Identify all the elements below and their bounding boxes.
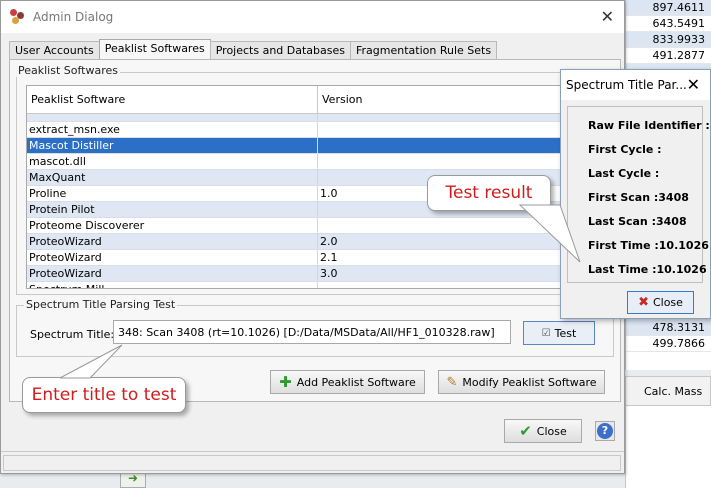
table-row[interactable]	[27, 114, 610, 122]
software-name-cell	[27, 114, 318, 121]
background-value-cell: 643.5491	[626, 16, 711, 32]
software-name-cell: extract_msn.exe	[27, 122, 318, 137]
close-button-label: Close	[536, 424, 567, 438]
popup-title-bar: Spectrum Title Par... ✕	[561, 70, 710, 100]
calc-mass-column-header[interactable]: Calc. Mass	[625, 376, 711, 406]
column-header-software[interactable]: Peaklist Software	[27, 86, 318, 113]
background-lower-panel	[625, 406, 711, 488]
test-icon: ☑	[541, 327, 551, 339]
modify-button-label: Modify Peaklist Software	[462, 375, 597, 389]
dialog-title-bar: Admin Dialog ✕	[1, 1, 624, 33]
first-scan: First Scan :3408	[588, 191, 689, 204]
tab-fragmentation-rule-sets[interactable]: Fragmentation Rule Sets	[350, 41, 498, 60]
tab-bar: User Accounts Peaklist Softwares Project…	[9, 39, 498, 60]
close-icon[interactable]: ✕	[687, 70, 700, 100]
edit-icon: ✎	[446, 374, 458, 390]
table-row[interactable]: extract_msn.exe	[27, 122, 610, 138]
popup-close-button[interactable]: ✖ Close	[627, 291, 694, 314]
software-name-cell: Protein Pilot	[27, 202, 318, 217]
table-row[interactable]: ProteoWizard 2.1	[27, 250, 610, 266]
first-time: First Time :10.1026	[588, 239, 709, 252]
tab-panel: Peaklist Softwares Peaklist Software Ver…	[9, 59, 621, 402]
background-value-cell: 491.2877	[626, 48, 711, 64]
check-icon: ✔	[519, 422, 532, 440]
add-peaklist-software-button[interactable]: ✚ Add Peaklist Software	[270, 370, 425, 394]
tab-projects-databases[interactable]: Projects and Databases	[209, 41, 351, 60]
spectrum-title-parsing-popup: Spectrum Title Par... ✕ Raw File Identif…	[560, 69, 711, 319]
software-name-cell: Proline	[27, 186, 318, 201]
close-x-icon: ✖	[638, 295, 649, 310]
background-value-cell: 499.7866	[626, 336, 711, 352]
first-cycle: First Cycle :	[588, 143, 662, 156]
enter-title-callout: Enter title to test	[22, 377, 186, 413]
software-name-cell: mascot.dll	[27, 154, 318, 169]
parsing-test-title: Spectrum Title Parsing Test	[24, 298, 178, 311]
software-name-cell: ProteoWizard	[27, 266, 318, 281]
help-button[interactable]: ?	[595, 421, 615, 441]
test-button-label: Test	[554, 326, 577, 340]
close-icon[interactable]: ✕	[601, 7, 614, 26]
tab-user-accounts[interactable]: User Accounts	[9, 41, 100, 60]
spectrum-title-input[interactable]	[113, 320, 511, 344]
table-row[interactable]: Spectrum Mill	[27, 282, 610, 288]
background-value-cell: 478.3131	[626, 320, 711, 336]
callout-text: Enter title to test	[31, 385, 177, 405]
background-value-cell: 833.9933	[626, 32, 711, 48]
popup-title: Spectrum Title Par...	[566, 78, 687, 92]
app-logo-icon	[10, 9, 26, 25]
test-result-callout: Test result	[427, 175, 551, 211]
add-button-label: Add Peaklist Software	[296, 375, 416, 389]
software-name-cell: ProteoWizard	[27, 250, 318, 265]
table-row[interactable]: ProteoWizard 3.0	[27, 266, 610, 282]
dialog-title: Admin Dialog	[33, 10, 114, 24]
raw-file-identifier: Raw File Identifier :	[588, 119, 710, 132]
status-bar	[1, 451, 624, 473]
test-button[interactable]: ☑ Test	[523, 321, 595, 345]
help-icon: ?	[597, 423, 613, 439]
plus-icon: ✚	[279, 373, 292, 391]
callout-text: Test result	[445, 183, 533, 203]
last-scan: Last Scan :3408	[588, 215, 687, 228]
spectrum-title-label: Spectrum Title:	[30, 328, 115, 341]
table-row[interactable]: Mascot Distiller	[27, 138, 610, 154]
table-row[interactable]: ProteoWizard 2.0	[27, 234, 610, 250]
last-cycle: Last Cycle :	[588, 167, 660, 180]
last-time: Last Time :10.1026	[588, 263, 707, 276]
table-row[interactable]: mascot.dll	[27, 154, 610, 170]
modify-peaklist-software-button[interactable]: ✎ Modify Peaklist Software	[438, 370, 605, 394]
software-name-cell: Spectrum Mill	[27, 282, 318, 288]
table-header: Peaklist Software Version	[27, 86, 610, 114]
close-button[interactable]: ✔ Close	[504, 419, 582, 443]
tab-peaklist-softwares[interactable]: Peaklist Softwares	[98, 39, 211, 60]
popup-close-label: Close	[652, 296, 683, 309]
popup-result-panel: Raw File Identifier : First Cycle : Last…	[567, 106, 710, 283]
table-row[interactable]: Proteome Discoverer	[27, 218, 610, 234]
software-name-cell: Mascot Distiller	[27, 138, 318, 153]
software-name-cell: ProteoWizard	[27, 234, 318, 249]
software-name-cell: MaxQuant	[27, 170, 318, 185]
peaklist-group-title: Peaklist Softwares	[16, 64, 120, 77]
parsing-test-group: Spectrum Title Parsing Test Spectrum Tit…	[16, 298, 614, 357]
software-name-cell: Proteome Discoverer	[27, 218, 318, 233]
background-value-cell: 897.4611	[626, 0, 711, 16]
status-field	[3, 455, 621, 471]
